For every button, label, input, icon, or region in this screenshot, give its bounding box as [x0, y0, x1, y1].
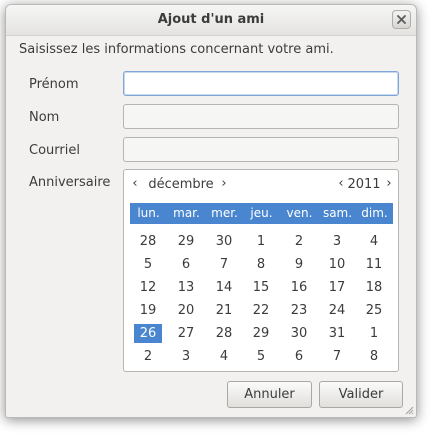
email-input[interactable] — [123, 137, 399, 162]
lastname-input[interactable] — [123, 104, 399, 129]
calendar-day[interactable]: 7 — [210, 255, 238, 274]
calendar-day[interactable]: 14 — [210, 278, 238, 297]
weekday-label: lun. — [137, 206, 160, 220]
calendar-day[interactable]: 29 — [247, 324, 275, 343]
calendar-day[interactable]: 4 — [210, 347, 238, 366]
calendar-day-selected[interactable]: 26 — [134, 324, 162, 343]
ok-button[interactable]: Valider — [319, 381, 403, 408]
calendar-day[interactable]: 2 — [285, 232, 313, 251]
calendar-day[interactable]: 7 — [323, 347, 351, 366]
calendar-day[interactable]: 16 — [285, 278, 313, 297]
close-button[interactable] — [392, 10, 411, 29]
calendar-day[interactable]: 11 — [360, 255, 388, 274]
calendar-day[interactable]: 29 — [172, 232, 200, 251]
calendar-day[interactable]: 4 — [360, 232, 388, 251]
calendar-day[interactable]: 6 — [285, 347, 313, 366]
weekday-label: mer. — [211, 206, 238, 220]
calendar-day[interactable]: 12 — [134, 278, 162, 297]
calendar-day[interactable]: 21 — [210, 301, 238, 320]
calendar-day[interactable]: 30 — [285, 324, 313, 343]
firstname-label: Prénom — [29, 77, 79, 92]
calendar-day[interactable]: 1 — [360, 324, 388, 343]
calendar-day[interactable]: 9 — [285, 255, 313, 274]
calendar-day[interactable]: 8 — [247, 255, 275, 274]
calendar-day[interactable]: 3 — [323, 232, 351, 251]
calendar-day[interactable]: 18 — [360, 278, 388, 297]
weekday-label: sam. — [322, 206, 353, 220]
calendar-day[interactable]: 6 — [172, 255, 200, 274]
birthday-calendar[interactable]: ‹ décembre › ‹ 2011 › lun. mar. mer. jeu… — [123, 169, 399, 372]
calendar-day[interactable]: 28 — [134, 232, 162, 251]
weekday-label: jeu. — [250, 206, 273, 220]
weekday-label: mar. — [173, 206, 200, 220]
calendar-header: ‹ décembre › ‹ 2011 › — [124, 170, 398, 198]
cancel-button[interactable]: Annuler — [227, 381, 312, 408]
prev-month-button[interactable]: ‹ — [128, 174, 142, 194]
calendar-day[interactable]: 13 — [172, 278, 200, 297]
calendar-day[interactable]: 15 — [247, 278, 275, 297]
calendar-day[interactable]: 3 — [172, 347, 200, 366]
weekday-label: dim. — [361, 206, 388, 220]
resize-grip-icon[interactable] — [404, 405, 414, 415]
window-title: Ajout d'un ami — [157, 12, 265, 27]
birthday-label: Anniversaire — [29, 175, 111, 190]
calendar-day[interactable]: 1 — [247, 232, 275, 251]
calendar-day[interactable]: 8 — [360, 347, 388, 366]
dialog-window: Ajout d'un ami Saisissez les information… — [5, 4, 417, 418]
calendar-day[interactable]: 5 — [134, 255, 162, 274]
next-month-button[interactable]: › — [217, 174, 231, 194]
calendar-day[interactable]: 28 — [210, 324, 238, 343]
calendar-day[interactable]: 31 — [323, 324, 351, 343]
calendar-day[interactable]: 30 — [210, 232, 238, 251]
calendar-day[interactable]: 22 — [247, 301, 275, 320]
calendar-day[interactable]: 17 — [323, 278, 351, 297]
calendar-day[interactable]: 10 — [323, 255, 351, 274]
calendar-day[interactable]: 19 — [134, 301, 162, 320]
firstname-input[interactable] — [123, 71, 399, 96]
weekday-label: ven. — [286, 206, 313, 220]
calendar-day[interactable]: 5 — [247, 347, 275, 366]
calendar-day[interactable]: 23 — [285, 301, 313, 320]
close-icon — [397, 15, 406, 24]
lastname-label: Nom — [29, 110, 60, 125]
calendar-day[interactable]: 20 — [172, 301, 200, 320]
calendar-day[interactable]: 25 — [360, 301, 388, 320]
calendar-day[interactable]: 24 — [323, 301, 351, 320]
calendar-day[interactable]: 2 — [134, 347, 162, 366]
month-label: décembre — [148, 177, 214, 192]
weekday-header: lun. mar. mer. jeu. ven. sam. dim. — [130, 203, 393, 224]
year-label: 2011 — [347, 177, 381, 192]
next-year-button[interactable]: › — [382, 174, 396, 194]
title-bar[interactable]: Ajout d'un ami — [6, 5, 416, 36]
instructions-text: Saisissez les informations concernant vo… — [19, 42, 334, 57]
calendar-day[interactable]: 27 — [172, 324, 200, 343]
email-label: Courriel — [29, 143, 80, 158]
